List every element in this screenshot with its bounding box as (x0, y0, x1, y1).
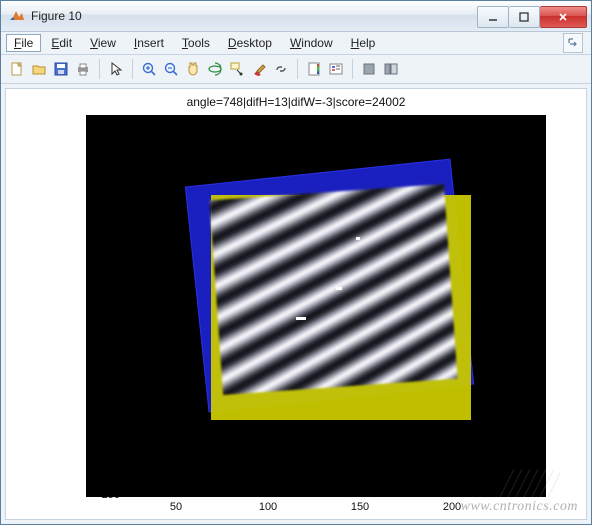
matlab-icon (9, 8, 25, 24)
axes[interactable] (86, 115, 546, 497)
show-plot-tools-icon[interactable] (381, 59, 401, 79)
xtick: 200 (443, 501, 461, 513)
xtick: 100 (259, 501, 277, 513)
menu-edit[interactable]: Edit (43, 34, 80, 52)
print-icon[interactable] (73, 59, 93, 79)
xtick: 50 (170, 501, 182, 513)
menu-help[interactable]: Help (343, 34, 384, 52)
new-figure-icon[interactable] (7, 59, 27, 79)
menu-view[interactable]: View (82, 34, 124, 52)
menu-insert[interactable]: Insert (126, 34, 172, 52)
colorbar-icon[interactable] (304, 59, 324, 79)
fringe-overlap (209, 184, 457, 395)
watermark-text: www.cntronics.com (461, 499, 578, 515)
minimize-button[interactable] (477, 6, 509, 28)
canvas-area: angle=748|difH=13|difW=-3|score=24002 50… (1, 84, 591, 524)
rotate3d-icon[interactable] (205, 59, 225, 79)
registration-overlay-image (186, 167, 476, 427)
pointer-icon[interactable] (106, 59, 126, 79)
open-icon[interactable] (29, 59, 49, 79)
legend-icon[interactable] (326, 59, 346, 79)
menu-desktop[interactable]: Desktop (220, 34, 280, 52)
link-icon[interactable] (271, 59, 291, 79)
figure-window: Figure 10 File Edit View Insert Tools De… (0, 0, 592, 525)
axes-title: angle=748|difH=13|difW=-3|score=24002 (6, 95, 586, 109)
dock-button[interactable] (563, 33, 583, 53)
maximize-button[interactable] (509, 6, 540, 28)
menu-file[interactable]: File (6, 34, 41, 52)
menu-window[interactable]: Window (282, 34, 341, 52)
datacursor-icon[interactable] (227, 59, 247, 79)
window-controls (477, 6, 587, 26)
titlebar: Figure 10 (1, 1, 591, 32)
pan-icon[interactable] (183, 59, 203, 79)
window-title: Figure 10 (31, 9, 82, 23)
menubar: File Edit View Insert Tools Desktop Wind… (1, 32, 591, 55)
save-icon[interactable] (51, 59, 71, 79)
brush-icon[interactable] (249, 59, 269, 79)
xtick: 150 (351, 501, 369, 513)
menu-tools[interactable]: Tools (174, 34, 218, 52)
hide-plot-tools-icon[interactable] (359, 59, 379, 79)
zoom-in-icon[interactable] (139, 59, 159, 79)
zoom-out-icon[interactable] (161, 59, 181, 79)
toolbar (1, 55, 591, 84)
figure-canvas[interactable]: angle=748|difH=13|difW=-3|score=24002 50… (5, 88, 587, 520)
close-button[interactable] (540, 6, 587, 28)
